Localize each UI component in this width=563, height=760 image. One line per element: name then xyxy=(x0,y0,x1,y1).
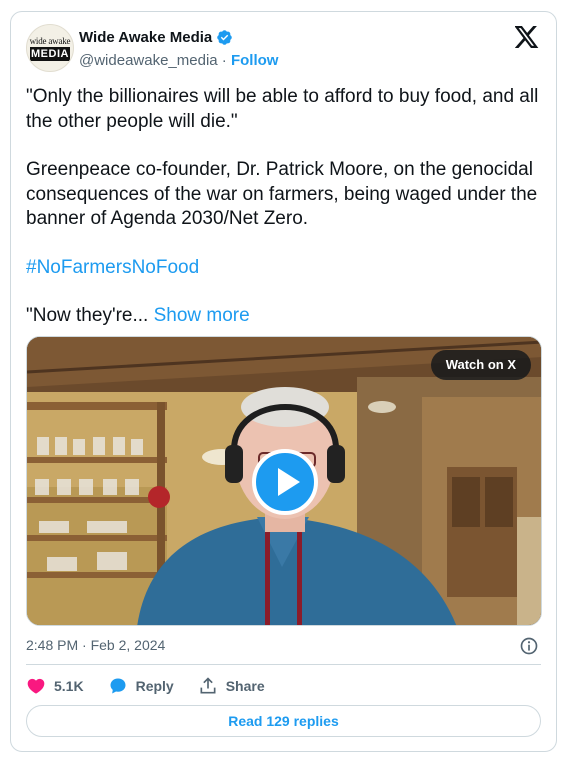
tweet-body: Greenpeace co-founder, Dr. Patrick Moore… xyxy=(26,159,543,229)
action-bar: 5.1K Reply Share xyxy=(26,675,289,697)
avatar-logo-bottom: MEDIA xyxy=(30,47,70,61)
show-more-link[interactable]: Show more xyxy=(154,305,250,326)
share-button[interactable]: Share xyxy=(198,676,265,696)
tweet-timestamp[interactable]: 2:48 PM · Feb 2, 2024 xyxy=(26,637,165,653)
account-name-row: Wide Awake Media xyxy=(79,29,233,46)
avatar-logo-top: wide awake xyxy=(29,36,71,46)
video-player[interactable]: Watch on X xyxy=(26,336,542,626)
tweet-quote: "Only the billionaires will be able to a… xyxy=(26,86,544,132)
hashtag-link[interactable]: #NoFarmersNoFood xyxy=(26,257,199,278)
tweet-text: "Only the billionaires will be able to a… xyxy=(26,85,541,329)
reply-label: Reply xyxy=(135,678,174,694)
reply-button[interactable]: Reply xyxy=(108,676,174,696)
x-logo-icon[interactable] xyxy=(515,26,539,48)
read-replies-button[interactable]: Read 129 replies xyxy=(26,705,541,737)
tweet-card: wide awake MEDIA Wide Awake Media @widea… xyxy=(10,11,557,752)
reply-bubble-icon xyxy=(110,678,126,694)
info-icon[interactable] xyxy=(519,636,539,656)
share-icon xyxy=(200,677,216,694)
avatar[interactable]: wide awake MEDIA xyxy=(26,24,74,72)
like-count: 5.1K xyxy=(54,678,84,694)
like-button[interactable]: 5.1K xyxy=(26,676,84,696)
play-icon[interactable] xyxy=(252,449,318,515)
verified-badge-icon xyxy=(217,30,233,45)
handle-separator: · xyxy=(217,52,231,69)
account-name[interactable]: Wide Awake Media xyxy=(79,29,212,46)
watch-on-x-button[interactable]: Watch on X xyxy=(430,350,531,380)
handle-row: @wideawake_media · Follow xyxy=(79,52,278,69)
divider xyxy=(26,664,541,665)
account-handle[interactable]: @wideawake_media xyxy=(79,52,218,69)
follow-button[interactable]: Follow xyxy=(231,52,279,69)
heart-icon xyxy=(27,678,45,694)
tweet-truncated-text: "Now they're... xyxy=(26,305,154,326)
share-label: Share xyxy=(225,678,265,694)
